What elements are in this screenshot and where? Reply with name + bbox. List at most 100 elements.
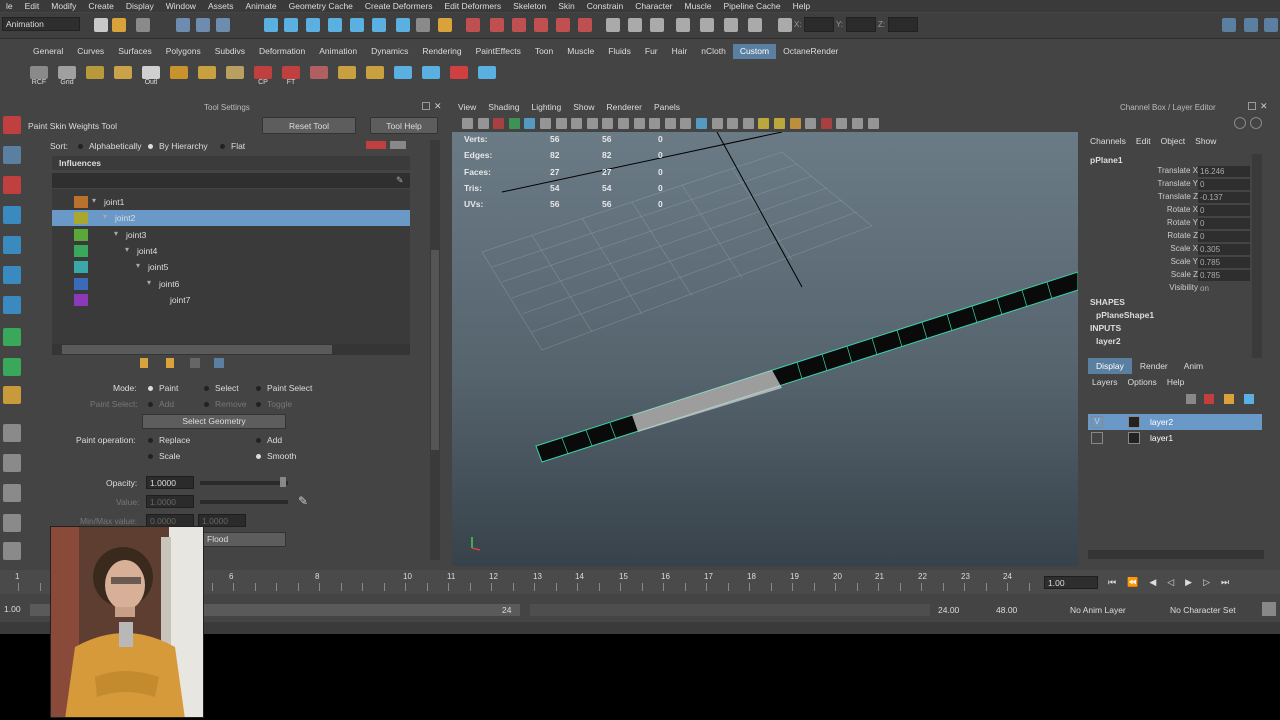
channel-menu-edit[interactable]: Edit <box>1136 136 1151 146</box>
batch-render-icon[interactable] <box>578 18 592 32</box>
layer-tab-render[interactable]: Render <box>1132 358 1176 374</box>
shelf-button-5[interactable] <box>168 66 190 88</box>
influences-scrollbar[interactable] <box>52 344 410 355</box>
layer-scrollbar[interactable] <box>1088 550 1264 559</box>
shelf-tab-animation[interactable]: Animation <box>312 44 364 59</box>
character-set-dropdown[interactable]: No Character Set <box>1170 605 1236 615</box>
flood-button[interactable]: Flood <box>202 532 286 547</box>
scrollbar-thumb[interactable] <box>431 250 439 450</box>
shelf-button-cp[interactable]: CP <box>252 66 274 88</box>
z-field[interactable] <box>888 17 918 32</box>
mode-paint-select-radio[interactable]: Paint Select <box>256 383 312 393</box>
joint-color-swatch[interactable] <box>74 244 88 257</box>
viewport-tool-icon[interactable] <box>774 118 785 129</box>
joint-color-swatch[interactable] <box>74 277 88 290</box>
unlock-weights-icon[interactable] <box>166 358 174 368</box>
viewport-tool-icon[interactable] <box>586 118 598 129</box>
influence-row-joint7[interactable]: joint7 <box>52 292 410 308</box>
layer-editor-icon[interactable] <box>1250 117 1262 129</box>
object-name[interactable]: pPlane1 <box>1090 155 1123 165</box>
viewport-tool-icon[interactable] <box>524 118 536 129</box>
scrollbar-thumb[interactable] <box>62 345 332 354</box>
detach-icon[interactable] <box>1248 102 1256 110</box>
influences-header[interactable]: Influences <box>52 156 410 170</box>
snap-curve-icon[interactable] <box>284 18 298 32</box>
paint-op-add-radio[interactable]: Add <box>256 435 282 445</box>
expand-arrow-icon[interactable]: ▾ <box>136 261 140 270</box>
menu-item-geometry-cache[interactable]: Geometry Cache <box>283 0 359 12</box>
viewport-tool-icon[interactable] <box>571 118 583 129</box>
shelf-tab-rendering[interactable]: Rendering <box>415 44 468 59</box>
influence-lock-icon[interactable] <box>390 141 406 149</box>
channel-box-icon[interactable] <box>1234 117 1246 129</box>
menu-item-character[interactable]: Character <box>629 0 678 12</box>
range-start-field[interactable]: 1.00 <box>4 604 21 614</box>
viewport-menu-renderer[interactable]: Renderer <box>601 100 648 114</box>
panel-icon[interactable] <box>1244 18 1258 32</box>
layer-row-layer1[interactable]: layer1 <box>1088 430 1262 446</box>
shelf-tab-curves[interactable]: Curves <box>70 44 111 59</box>
influence-filter-icon[interactable] <box>366 141 386 149</box>
viewport-tool-icon[interactable] <box>758 118 770 129</box>
save-scene-icon[interactable] <box>136 18 150 32</box>
reset-tool-button[interactable]: Reset Tool <box>262 117 356 134</box>
go-to-start-icon[interactable]: ⏮ <box>1108 577 1116 588</box>
menu-item-skin[interactable]: Skin <box>552 0 581 12</box>
pencil-icon[interactable]: ✎ <box>396 175 406 185</box>
attribute-value-field[interactable]: -0.137 <box>1198 192 1250 203</box>
value-field[interactable]: 1.0000 <box>146 495 194 508</box>
mode-select-radio[interactable]: Select <box>204 383 239 393</box>
joint-color-swatch[interactable] <box>74 196 88 208</box>
render-icon[interactable] <box>416 18 430 32</box>
paint-select-toggle-radio[interactable]: Toggle <box>256 399 292 409</box>
shelf-tab-fluids[interactable]: Fluids <box>601 44 638 59</box>
close-icon[interactable]: ✕ <box>1260 101 1268 112</box>
layer-up-icon[interactable] <box>1244 394 1254 404</box>
anim-end-field[interactable]: 48.00 <box>996 605 1017 615</box>
layer-menu-options[interactable]: Options <box>1128 377 1157 387</box>
go-to-end-icon[interactable]: ⏭ <box>1221 577 1229 588</box>
expand-arrow-icon[interactable]: ▾ <box>125 245 129 254</box>
input-line-icon[interactable] <box>606 18 620 32</box>
detach-icon[interactable] <box>422 102 430 110</box>
menu-item-edit-deformers[interactable]: Edit Deformers <box>438 0 507 12</box>
layout-icon[interactable] <box>1222 18 1236 32</box>
select-component-icon[interactable] <box>216 18 230 32</box>
joint-color-swatch[interactable] <box>74 293 88 306</box>
lasso-tool-icon[interactable] <box>3 146 21 164</box>
new-scene-icon[interactable] <box>94 18 108 32</box>
viewport-tool-icon[interactable] <box>789 118 801 129</box>
attribute-value-field[interactable]: 0 <box>1198 231 1250 242</box>
shelf-tab-surfaces[interactable]: Surfaces <box>111 44 159 59</box>
shelf-button-6[interactable] <box>196 66 218 88</box>
influence-row-joint5[interactable]: ▾ joint5 <box>52 259 410 275</box>
influence-row-joint6[interactable]: ▾ joint6 <box>52 276 410 292</box>
expand-arrow-icon[interactable]: ▾ <box>114 229 118 238</box>
layer-tab-anim[interactable]: Anim <box>1176 358 1211 374</box>
viewport-menu-shading[interactable]: Shading <box>482 100 525 114</box>
shelf-tab-octanerender[interactable]: OctaneRender <box>776 44 845 59</box>
shelf-button-ft[interactable]: FT <box>280 66 302 88</box>
manipulator-tool-icon[interactable] <box>3 296 21 314</box>
attribute-value-field[interactable]: 0 <box>1198 218 1250 229</box>
channel-toggle-icon[interactable] <box>650 18 664 32</box>
menu-item-modify[interactable]: Modify <box>45 0 82 12</box>
joint-color-swatch[interactable] <box>74 261 88 274</box>
viewport-tool-icon[interactable] <box>727 118 739 129</box>
viewport-tool-icon[interactable] <box>696 118 707 129</box>
render-frame-icon[interactable] <box>490 18 504 32</box>
joint-color-swatch[interactable] <box>74 228 88 241</box>
influence-filter-field[interactable]: ✎ <box>52 173 410 188</box>
show-manipulator-icon[interactable] <box>3 358 21 376</box>
viewport-tool-icon[interactable] <box>680 118 692 129</box>
panel-toggle-icon[interactable] <box>1264 18 1278 32</box>
shelf-tab-subdivs[interactable]: Subdivs <box>208 44 252 59</box>
layer-visibility-toggle[interactable] <box>1091 432 1103 444</box>
shelf-button-3[interactable] <box>112 66 134 88</box>
play-forward-icon[interactable]: ▶ <box>1185 577 1192 588</box>
attribute-value-field[interactable]: 0 <box>1198 179 1250 190</box>
shelf-button-11[interactable] <box>336 66 358 88</box>
key-icon[interactable] <box>1262 602 1276 616</box>
layer-color-icon[interactable] <box>1128 416 1140 428</box>
y-field[interactable] <box>846 17 876 32</box>
